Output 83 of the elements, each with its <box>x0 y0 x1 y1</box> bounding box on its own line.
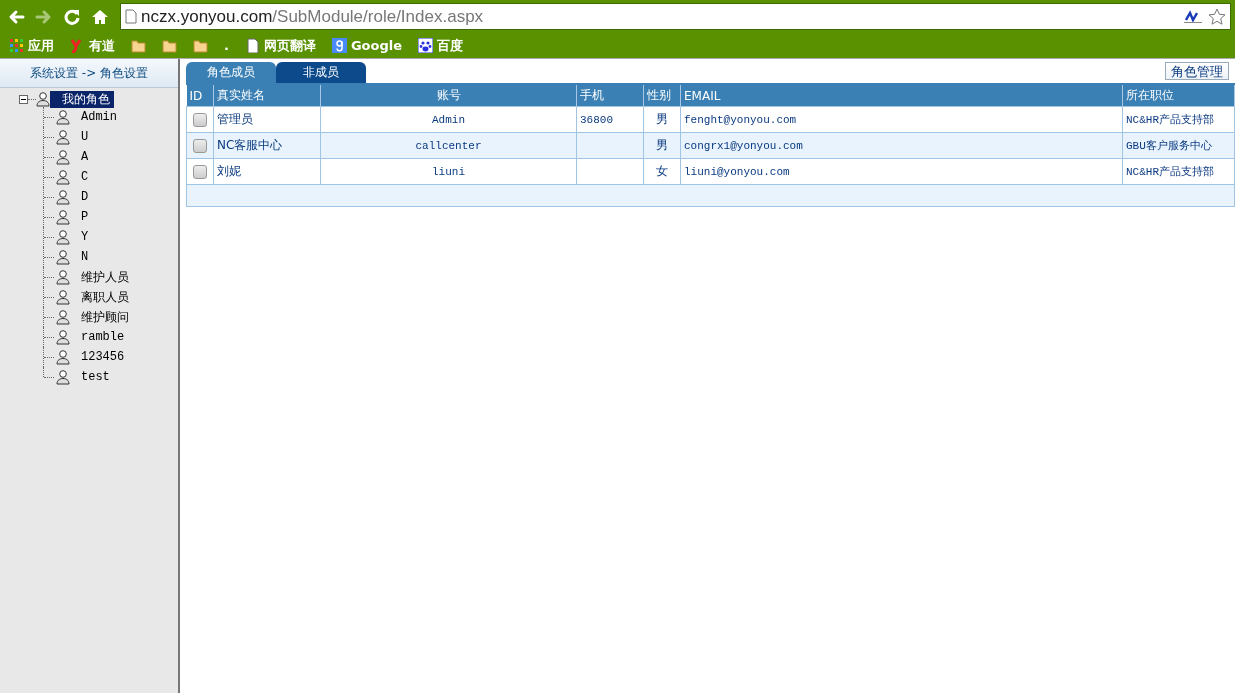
table-cell: NC客服中心 <box>213 132 321 159</box>
bookmark-item[interactable] <box>128 38 149 53</box>
tree-item[interactable]: D <box>78 190 92 204</box>
column-header: ID <box>186 85 214 107</box>
person-icon <box>56 369 70 385</box>
url-text: nczx.yonyou.com/SubModule/role/Index.aspx <box>141 6 484 27</box>
person-icon <box>56 249 70 265</box>
tab[interactable]: 非成员 <box>276 62 366 83</box>
bookmark-item[interactable] <box>159 38 180 53</box>
tree-item[interactable]: ramble <box>78 330 128 344</box>
collapse-toggle[interactable] <box>19 94 28 104</box>
tree-item[interactable]: 维护人员 <box>78 268 132 286</box>
bookmark-star-icon[interactable] <box>1208 7 1226 26</box>
page-icon <box>244 38 260 53</box>
person-icon <box>56 269 70 285</box>
table-cell: NC&HR产品支持部 <box>1122 106 1235 133</box>
tree-item[interactable]: test <box>78 370 113 384</box>
home-icon <box>91 7 109 26</box>
address-bar[interactable]: nczx.yonyou.com/SubModule/role/Index.aspx <box>120 3 1231 30</box>
apps-grid-icon <box>9 38 24 53</box>
table-cell: 36800 <box>576 106 644 133</box>
table-cell: Admin <box>320 106 577 133</box>
person-icon <box>56 329 70 345</box>
folder-icon <box>131 38 146 53</box>
row-checkbox[interactable] <box>193 112 207 127</box>
person-icon <box>56 209 70 225</box>
column-header: 账号 <box>320 85 577 107</box>
bookmark-item[interactable]: 应用 <box>6 36 57 55</box>
row-checkbox[interactable] <box>193 138 207 153</box>
table-cell: GBU客户服务中心 <box>1122 132 1235 159</box>
page-icon <box>125 9 137 24</box>
person-icon <box>56 189 70 205</box>
column-header: 手机 <box>576 85 644 107</box>
table-cell: 女 <box>643 158 681 185</box>
person-icon <box>56 289 70 305</box>
person-icon <box>56 229 70 245</box>
tree-item[interactable]: 我的角色 <box>50 90 114 108</box>
bookmark-item[interactable]: 网页翻译 <box>241 36 319 55</box>
table-cell: NC&HR产品支持部 <box>1122 158 1235 185</box>
person-icon <box>36 91 50 107</box>
folder-icon <box>162 38 177 53</box>
person-icon <box>56 149 70 165</box>
bookmark-item[interactable] <box>190 38 211 53</box>
tree-item[interactable]: A <box>78 150 92 164</box>
column-header: 真实姓名 <box>213 85 321 107</box>
column-header: 性别 <box>643 85 681 107</box>
tree-item[interactable]: 离职人员 <box>78 288 132 306</box>
tree-item[interactable]: 维护顾问 <box>78 308 132 326</box>
table-cell: callcenter <box>320 132 577 159</box>
role-manage-button[interactable]: 角色管理 <box>1165 62 1229 80</box>
table-cell: 管理员 <box>213 106 321 133</box>
folder-icon <box>193 38 208 53</box>
column-header: 所在职位 <box>1122 85 1235 107</box>
tree-item[interactable]: Y <box>78 230 92 244</box>
table-cell: fenght@yonyou.com <box>680 106 1123 133</box>
column-header: EMAIL <box>680 85 1123 107</box>
person-icon <box>56 349 70 365</box>
person-icon <box>56 109 70 125</box>
tree-item[interactable]: N <box>78 250 92 264</box>
reload-icon <box>63 7 81 26</box>
tree-item[interactable]: P <box>78 210 92 224</box>
person-icon <box>56 169 70 185</box>
table-cell: liuni <box>320 158 577 185</box>
bookmark-item[interactable]: 有道 <box>67 36 118 55</box>
bookmark-item[interactable]: Google <box>328 38 406 53</box>
tab[interactable]: 角色成员 <box>186 62 276 83</box>
bookmark-item[interactable]: 百度 <box>415 36 467 55</box>
table-cell: 刘妮 <box>213 158 321 185</box>
tree-item[interactable]: 123456 <box>78 350 128 364</box>
row-checkbox[interactable] <box>193 164 207 179</box>
extension-icon[interactable] <box>1184 9 1204 24</box>
tree-item[interactable]: U <box>78 130 92 144</box>
tree-item[interactable]: Admin <box>78 110 120 124</box>
table-cell: congrx1@yonyou.com <box>680 132 1123 159</box>
person-icon <box>56 309 70 325</box>
table-cell: liuni@yonyou.com <box>680 158 1123 185</box>
google-g-icon <box>331 38 347 53</box>
table-cell: 男 <box>643 106 681 133</box>
baidu-paw-icon <box>418 38 434 53</box>
bookmark-item[interactable]: . <box>221 38 232 53</box>
tree-item[interactable]: C <box>78 170 92 184</box>
breadcrumb: 系统设置 -> 角色设置 <box>0 59 178 88</box>
person-icon <box>56 129 70 145</box>
